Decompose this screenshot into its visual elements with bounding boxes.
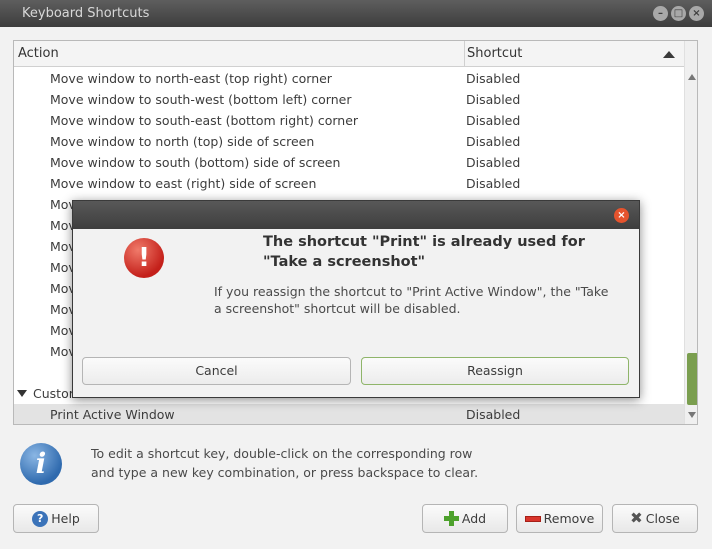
close-button[interactable]: ✖ Close <box>612 504 698 533</box>
table-row[interactable]: Move window to south-east (bottom right)… <box>14 110 684 131</box>
vertical-scrollbar[interactable] <box>684 41 697 424</box>
dialog-heading: The shortcut "Print" is already used for… <box>263 232 613 272</box>
window-titlebar: Keyboard Shortcuts – □ × <box>0 0 712 27</box>
reassign-button[interactable]: Reassign <box>361 357 629 385</box>
list-header: Action Shortcut <box>14 41 684 67</box>
info-line-2: and type a new key combination, or press… <box>91 465 479 480</box>
close-icon[interactable]: × <box>614 208 629 223</box>
add-icon <box>443 511 459 526</box>
close-icon: ✖ <box>630 509 643 527</box>
action-cell: Move window to north-east (top right) co… <box>50 71 332 86</box>
dialog-message: If you reassign the shortcut to "Print A… <box>214 283 614 317</box>
action-cell: Move window to south-west (bottom left) … <box>50 92 352 107</box>
shortcut-cell: Disabled <box>466 92 521 107</box>
shortcut-cell: Disabled <box>466 71 521 86</box>
table-row[interactable]: Move window to north (top) side of scree… <box>14 131 684 152</box>
action-cell: Move window to south (bottom) side of sc… <box>50 155 341 170</box>
dialog-titlebar: × <box>73 201 639 229</box>
action-cell: Move window to east (right) side of scre… <box>50 176 317 191</box>
conflict-dialog: × ! The shortcut "Print" is already used… <box>72 200 640 398</box>
action-cell: Print Active Window <box>50 407 175 422</box>
column-header-action[interactable]: Action <box>18 41 59 67</box>
remove-button-label: Remove <box>543 511 595 526</box>
table-row[interactable]: Move window to south (bottom) side of sc… <box>14 152 684 173</box>
dialog-message-line-1: If you reassign the shortcut to "Print A… <box>214 284 609 299</box>
shortcut-cell: Disabled <box>466 134 521 149</box>
close-icon[interactable]: × <box>689 6 704 21</box>
error-icon: ! <box>124 238 164 278</box>
scrollbar-thumb[interactable] <box>687 353 697 405</box>
shortcut-cell: Disabled <box>466 176 521 191</box>
table-row[interactable]: Move window to south-west (bottom left) … <box>14 89 684 110</box>
shortcut-cell: Disabled <box>466 155 521 170</box>
minimize-icon[interactable]: – <box>653 6 668 21</box>
remove-button[interactable]: Remove <box>516 504 603 533</box>
help-button-label: Help <box>51 511 80 526</box>
scroll-down-icon[interactable] <box>688 412 696 418</box>
action-cell: Move window to south-east (bottom right)… <box>50 113 359 128</box>
dialog-message-line-2: a screenshot" shortcut will be disabled. <box>214 301 461 316</box>
cancel-button[interactable]: Cancel <box>82 357 351 385</box>
info-icon: i <box>20 443 62 485</box>
table-row[interactable]: Move window to north-east (top right) co… <box>14 68 684 89</box>
info-line-1: To edit a shortcut key, double-click on … <box>91 446 473 461</box>
close-button-label: Close <box>645 511 680 526</box>
sort-ascending-icon <box>663 51 675 58</box>
add-button-label: Add <box>461 511 487 526</box>
scroll-up-icon[interactable] <box>688 74 696 80</box>
dialog-heading-line-1: The shortcut "Print" is already used for <box>263 234 585 250</box>
shortcut-cell: Disabled <box>466 113 521 128</box>
shortcut-cell: Disabled <box>466 407 521 422</box>
add-button[interactable]: Add <box>422 504 508 533</box>
expander-icon[interactable] <box>17 390 27 397</box>
column-separator <box>464 41 465 67</box>
window-controls: – □ × <box>653 6 704 21</box>
help-button[interactable]: ? Help <box>13 504 99 533</box>
action-cell: Move window to north (top) side of scree… <box>50 134 315 149</box>
maximize-icon[interactable]: □ <box>671 6 686 21</box>
remove-icon <box>524 515 541 522</box>
help-icon: ? <box>32 510 49 527</box>
info-text: To edit a shortcut key, double-click on … <box>91 444 511 482</box>
selected-row[interactable]: Print Active Window Disabled <box>14 404 684 424</box>
table-row[interactable]: Move window to east (right) side of scre… <box>14 173 684 194</box>
dialog-heading-line-2: "Take a screenshot" <box>263 254 426 270</box>
column-header-shortcut[interactable]: Shortcut <box>467 41 522 67</box>
window-title: Keyboard Shortcuts <box>22 6 150 21</box>
